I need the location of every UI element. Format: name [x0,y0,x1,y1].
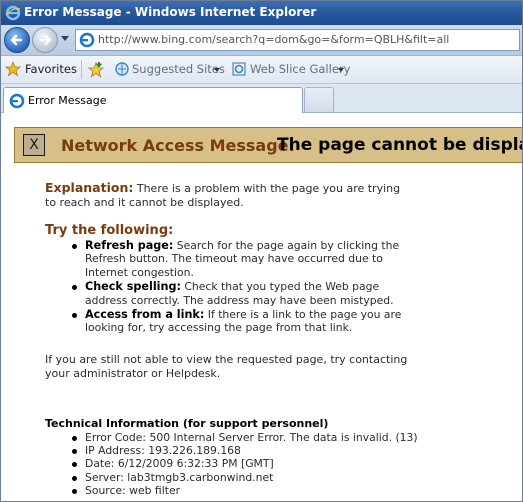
add-to-favorites-icon[interactable] [88,61,105,78]
navigation-bar: http://www.bing.com/search?q=dom&go=&for… [1,25,522,56]
address-bar[interactable]: http://www.bing.com/search?q=dom&go=&for… [75,29,520,51]
tech-source: Source: web filter [72,484,418,497]
internet-explorer-icon [5,5,21,21]
error-x-icon: X [23,134,45,156]
tips-list: Refresh page: Search for the page again … [72,239,405,336]
error-banner: X Network Access Message: The page canno… [14,127,522,163]
contact-admin-text: If you are still not able to view the re… [45,353,408,380]
explanation-label: Explanation: [45,180,134,195]
page-content: X Network Access Message: The page canno… [1,113,522,501]
try-heading: Try the following: [45,223,174,238]
tab-label: Error Message [28,94,107,107]
new-tab-button[interactable] [304,87,334,112]
suggested-sites-button[interactable]: Suggested Sites [132,62,225,76]
web-slice-gallery-icon [232,62,246,76]
favorites-star-icon [5,61,21,77]
bing-icon [9,93,25,109]
web-slice-gallery-dropdown-icon[interactable] [338,68,344,72]
title-bar: Error Message - Windows Internet Explore… [1,1,522,25]
tech-error-code: Error Code: 500 Internal Server Error. T… [72,431,418,444]
tab-error-message[interactable]: Error Message [3,87,303,113]
tip-label: Refresh page: [85,239,174,252]
tip-label: Access from a link: [85,308,205,322]
tab-bar: Error Message [1,84,522,113]
explanation: Explanation: There is a problem with the… [45,181,405,209]
bing-icon [79,32,95,48]
tech-ip-address: IP Address: 193.226.189.168 [72,444,418,457]
technical-info-heading: Technical Information (for support perso… [45,417,329,430]
back-arrow-icon [10,34,23,46]
banner-title: The page cannot be displayed [277,135,522,155]
tip-refresh-page: Refresh page: Search for the page again … [72,239,405,279]
favorites-bar: Favorites Suggested Sites Web Slice Gall… [1,56,522,84]
recent-pages-dropdown[interactable] [61,36,69,41]
web-slice-gallery-button[interactable]: Web Slice Gallery [250,62,350,76]
window-title: Error Message - Windows Internet Explore… [24,5,317,19]
back-button[interactable] [4,27,30,53]
address-url: http://www.bing.com/search?q=dom&go=&for… [98,33,450,46]
technical-info-list: Error Code: 500 Internal Server Error. T… [72,431,418,497]
suggested-sites-icon [115,62,129,76]
tech-date: Date: 6/12/2009 6:32:33 PM [GMT] [72,457,418,470]
tip-label: Check spelling: [85,280,181,294]
suggested-sites-dropdown-icon[interactable] [214,68,220,72]
toolbar-separator [81,60,82,79]
tech-server: Server: lab3tmgb3.carbonwind.net [72,471,418,484]
browser-window: Error Message - Windows Internet Explore… [0,0,523,502]
tip-access-from-link: Access from a link: If there is a link t… [72,308,405,335]
banner-heading: Network Access Message: [61,136,295,155]
forward-button[interactable] [32,27,58,53]
favorites-button[interactable]: Favorites [25,62,77,76]
tip-check-spelling: Check spelling: Check that you typed the… [72,280,405,307]
forward-arrow-icon [39,34,52,46]
